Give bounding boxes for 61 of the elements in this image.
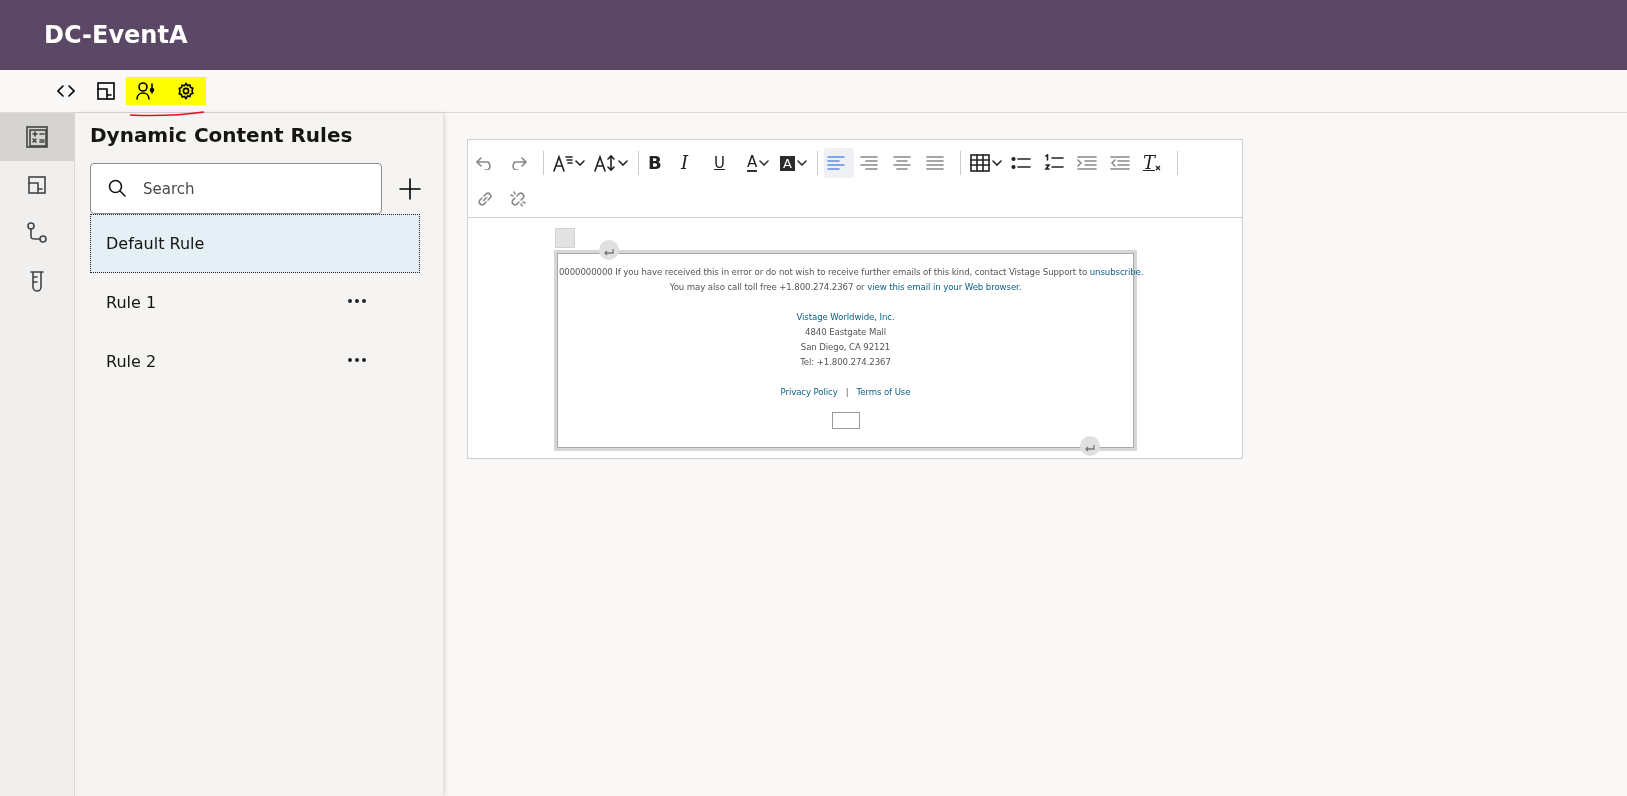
italic-button[interactable]: I	[678, 148, 708, 178]
align-left-icon	[826, 155, 845, 171]
line-height-icon	[594, 154, 616, 172]
underline-button[interactable]: U	[711, 148, 741, 178]
clear-format-button[interactable]: T	[1139, 148, 1170, 178]
branch-icon	[26, 222, 48, 244]
align-justify-icon	[925, 155, 944, 171]
layout-icon	[97, 82, 115, 100]
numbered-list-icon	[1043, 154, 1064, 172]
highlight-color-button[interactable]: A	[777, 148, 810, 178]
company-link[interactable]: Vistage Worldwide, Inc.	[559, 310, 1132, 325]
footer-link[interactable]: Terms of Use	[856, 385, 911, 400]
rule-item[interactable]: Default Rule	[90, 214, 420, 273]
align-left-button[interactable]	[823, 148, 854, 178]
rule-label: Default Rule	[106, 232, 205, 255]
redo-icon	[509, 156, 527, 170]
return-handle[interactable]	[1080, 436, 1100, 456]
link[interactable]: view this email in your Web browser.	[867, 282, 1022, 292]
code-icon	[57, 84, 75, 98]
align-center-icon	[892, 155, 911, 171]
people-icon	[136, 82, 156, 100]
unlink-icon	[509, 190, 527, 208]
indent-icon	[1076, 155, 1097, 171]
address-line: Tel: +1.800.274.2367	[799, 356, 892, 369]
cross-icon	[1154, 165, 1161, 171]
people-button[interactable]	[126, 77, 166, 105]
undo-icon	[476, 156, 494, 170]
bold-button[interactable]: B	[645, 148, 675, 178]
test-tube-icon	[29, 270, 45, 292]
link-icon	[476, 190, 494, 208]
rule-label: Rule 2	[106, 350, 157, 373]
layout-icon	[28, 176, 46, 194]
address-line: San Diego, CA 92121	[799, 341, 892, 354]
text-color-button[interactable]: A	[744, 148, 774, 178]
settings-button[interactable]	[166, 77, 206, 105]
search-field[interactable]: Search	[90, 163, 382, 214]
calculator-icon	[26, 126, 48, 148]
outdent-icon	[1109, 155, 1130, 171]
link[interactable]: unsubscribe.	[1089, 267, 1144, 277]
footer-link[interactable]: Privacy Policy	[780, 385, 838, 400]
align-right-icon	[859, 155, 878, 171]
rule-item[interactable]: Rule 1	[90, 273, 420, 332]
add-icon	[398, 177, 421, 200]
more-icon	[347, 297, 367, 304]
font-size-icon	[553, 154, 573, 172]
app-title: DC-EventA	[44, 20, 188, 50]
panel-title: Dynamic Content Rules	[90, 123, 354, 147]
rule-label: Rule 1	[106, 291, 157, 314]
rule-item[interactable]: Rule 2	[90, 332, 420, 391]
address-line: 4840 Eastgate Mall	[804, 326, 887, 339]
notice-text: You may also call toll free +1.800.274.2367 or view this email in your Web browser.	[668, 281, 1023, 294]
rail-item[interactable]	[0, 113, 74, 161]
table-icon	[969, 154, 990, 172]
drag-handle[interactable]	[555, 228, 575, 248]
settings-icon	[177, 82, 195, 100]
empty-image-placeholder	[831, 412, 860, 429]
search-icon	[108, 179, 126, 197]
bullet-list-icon	[1010, 155, 1031, 171]
more-icon	[347, 356, 367, 363]
return-handle[interactable]	[599, 240, 619, 260]
link-separator: |	[845, 386, 849, 399]
